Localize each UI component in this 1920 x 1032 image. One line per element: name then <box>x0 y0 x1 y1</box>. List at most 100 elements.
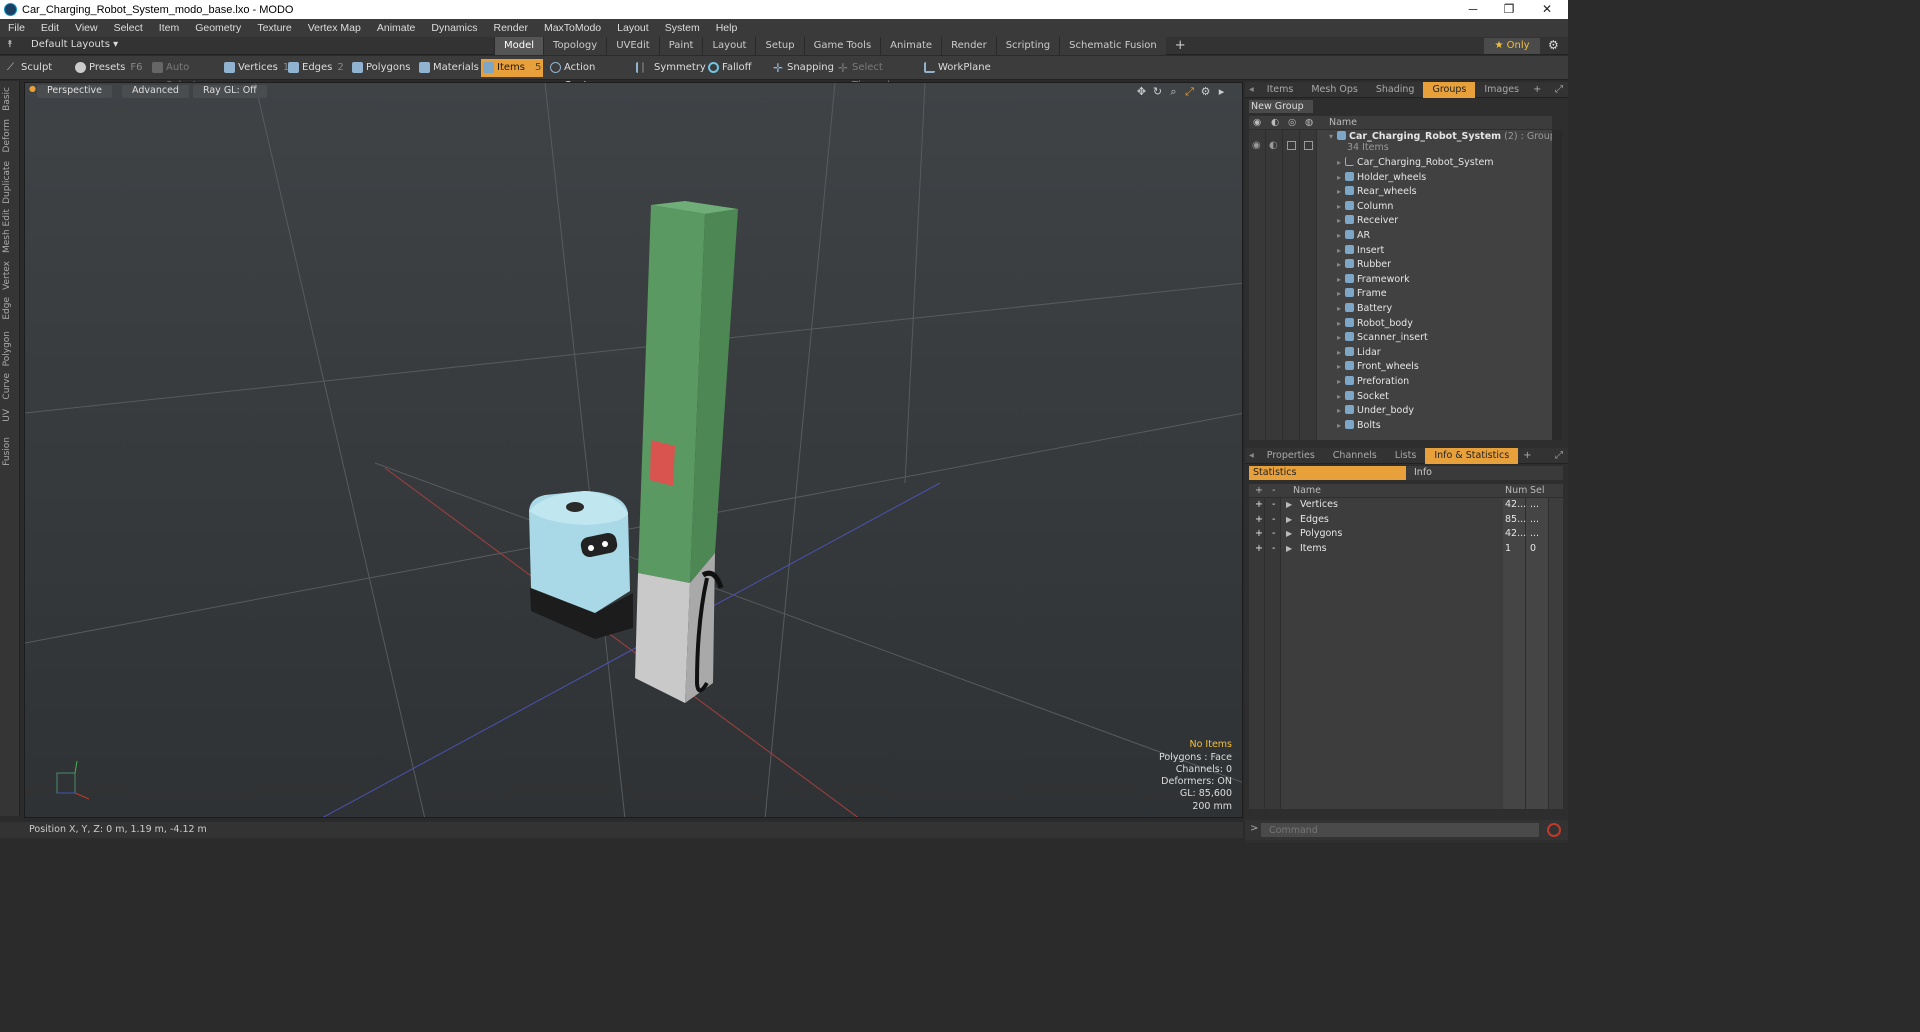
left-tab-basic[interactable]: Basic <box>2 87 18 111</box>
expand-arrow-icon[interactable]: ▶ <box>1286 542 1292 557</box>
tab-channels[interactable]: Channels <box>1324 448 1386 464</box>
tab-animate[interactable]: Animate <box>880 37 942 55</box>
tab-scripting[interactable]: Scripting <box>995 37 1060 55</box>
workplane-button[interactable]: WorkPlane <box>922 59 991 77</box>
left-tab-vertex[interactable]: Vertex <box>2 261 18 290</box>
menu-item[interactable]: Item <box>151 22 187 34</box>
group-item-row[interactable]: ▸ Framework <box>1337 273 1410 288</box>
expand-arrow-icon[interactable]: ▸ <box>1337 304 1341 313</box>
move-view-icon[interactable]: ✥ <box>1135 85 1148 98</box>
expand-all-icon[interactable]: + <box>1255 484 1263 497</box>
group-render-icon[interactable]: ◐ <box>1269 140 1278 151</box>
tab-layout[interactable]: Layout <box>702 37 756 55</box>
tab-game-tools[interactable]: Game Tools <box>803 37 881 55</box>
layout-dropdown[interactable]: Default Layouts ▾ <box>31 39 118 50</box>
menu-layout[interactable]: Layout <box>609 22 657 34</box>
group-item-row[interactable]: ▸ Holder_wheels <box>1337 171 1426 186</box>
group-item-row[interactable]: ▸ Scanner_insert <box>1337 331 1428 346</box>
group-item-row[interactable]: ▸ Under_body <box>1337 404 1414 419</box>
menu-texture[interactable]: Texture <box>249 22 299 34</box>
group-item-row[interactable]: ▸ Bolts <box>1337 419 1381 434</box>
expand-arrow-icon[interactable]: ▸ <box>1337 173 1341 182</box>
viewport-menu-icon[interactable]: ● <box>29 84 36 93</box>
add-panel-tab-button[interactable]: + <box>1528 84 1546 95</box>
select-column-icon[interactable]: ◍ <box>1305 116 1313 129</box>
presets-button[interactable]: Presets F6 <box>73 59 143 77</box>
expand-arrow-icon[interactable]: ▸ <box>1337 392 1341 401</box>
stats-row-items[interactable]: + - ▶ Items 1 0 <box>1249 542 1563 557</box>
remove-polygons-icon[interactable]: - <box>1272 527 1275 542</box>
tab-items[interactable]: Items <box>1258 82 1303 98</box>
tab-groups[interactable]: Groups <box>1423 81 1476 98</box>
name-column-header[interactable]: Name <box>1329 116 1357 129</box>
tab-render[interactable]: Render <box>941 37 996 55</box>
select-through-button[interactable]: ✛Select Through <box>836 59 916 91</box>
maximize-button[interactable]: ❐ <box>1491 0 1527 19</box>
add-polygons-icon[interactable]: + <box>1255 527 1263 542</box>
tab-schematic-fusion[interactable]: Schematic Fusion <box>1059 37 1166 55</box>
tab-model[interactable]: Model <box>494 37 544 55</box>
group-item-row[interactable]: ▸ Column <box>1337 200 1393 215</box>
visibility-column-icon[interactable]: ◉ <box>1253 116 1261 129</box>
lock-column-icon[interactable]: ◎ <box>1288 116 1296 129</box>
add-layout-tab-button[interactable]: + <box>1166 37 1195 55</box>
expand-arrow-icon[interactable]: ▸ <box>1337 158 1341 167</box>
record-macro-icon[interactable] <box>1547 823 1561 837</box>
viewport-expand-icon[interactable]: ▸ <box>1215 85 1228 98</box>
collapse-arrow-icon[interactable]: ▾ <box>1329 132 1333 141</box>
viewport-settings-icon[interactable]: ⚙ <box>1199 85 1212 98</box>
expand-arrow-icon[interactable]: ▸ <box>1337 377 1341 386</box>
layout-expand-icon[interactable]: ⯭ <box>7 39 13 50</box>
expand-arrow-icon[interactable]: ▶ <box>1286 527 1292 542</box>
group-item-row[interactable]: ▸ Insert <box>1337 244 1384 259</box>
only-filter-button[interactable]: ★ Only <box>1484 38 1540 54</box>
edges-button[interactable]: Edges 2 <box>286 59 348 77</box>
tab-shading[interactable]: Shading <box>1367 82 1424 98</box>
expand-arrow-icon[interactable]: ▸ <box>1337 289 1341 298</box>
zoom-view-icon[interactable]: ⌕ <box>1167 85 1180 98</box>
stats-row-polygons[interactable]: + - ▶ Polygons 42...... <box>1249 527 1563 542</box>
collapse-all-icon[interactable]: - <box>1272 484 1275 497</box>
expand-arrow-icon[interactable]: ▸ <box>1337 348 1341 357</box>
fit-view-icon[interactable]: ⤢ <box>1183 85 1196 98</box>
sculpt-button[interactable]: ⟋ Sculpt <box>5 59 69 77</box>
group-item-row[interactable]: ▸ AR <box>1337 229 1370 244</box>
menu-animate[interactable]: Animate <box>369 22 424 34</box>
tab-images[interactable]: Images <box>1475 82 1528 98</box>
panel-expand-icon[interactable]: ⤢ <box>1550 84 1568 95</box>
action-center-button[interactable]: Action Center <box>548 59 624 91</box>
menu-file[interactable]: File <box>0 22 33 34</box>
close-button[interactable]: ✕ <box>1529 0 1565 19</box>
left-tab-curve[interactable]: Curve <box>2 373 18 400</box>
group-item-row[interactable]: ▸ Lidar <box>1337 346 1381 361</box>
left-tab-polygon[interactable]: Polygon <box>2 331 18 366</box>
expand-arrow-icon[interactable]: ▸ <box>1337 231 1341 240</box>
tab-topology[interactable]: Topology <box>543 37 607 55</box>
rotate-view-icon[interactable]: ↻ <box>1151 85 1164 98</box>
remove-vertices-icon[interactable]: - <box>1272 498 1275 513</box>
auto-select-button[interactable]: Auto Select <box>150 59 218 91</box>
left-tab-fusion[interactable]: Fusion <box>2 437 18 466</box>
group-item-row[interactable]: ▸ Receiver <box>1337 214 1398 229</box>
tab-properties[interactable]: Properties <box>1258 448 1324 464</box>
add-edges-icon[interactable]: + <box>1255 513 1263 528</box>
left-tab-edge[interactable]: Edge <box>2 297 18 320</box>
expand-arrow-icon[interactable]: ▸ <box>1337 319 1341 328</box>
group-item-row[interactable]: ▸ Frame <box>1337 287 1387 302</box>
menu-help[interactable]: Help <box>708 22 746 34</box>
stats-row-vertices[interactable]: + - ▶ Vertices 42...... <box>1249 498 1563 513</box>
expand-arrow-icon[interactable]: ▸ <box>1337 260 1341 269</box>
falloff-button[interactable]: Falloff <box>706 59 766 77</box>
menu-select[interactable]: Select <box>106 22 151 34</box>
expand-arrow-icon[interactable]: ▸ <box>1337 216 1341 225</box>
stats-panel-menu-icon[interactable]: ◂ <box>1245 448 1258 464</box>
menu-geometry[interactable]: Geometry <box>187 22 249 34</box>
menu-render[interactable]: Render <box>486 22 536 34</box>
polygons-button[interactable]: Polygons <box>350 59 411 77</box>
group-item-row[interactable]: ▸ Robot_body <box>1337 317 1413 332</box>
tab-uvedit[interactable]: UVEdit <box>606 37 659 55</box>
subtab-info[interactable]: Info <box>1406 466 1563 480</box>
groups-list[interactable]: ◉ ◐ ▾ Car_Charging_Robot_System (2) : Gro… <box>1249 130 1552 440</box>
add-stats-tab-button[interactable]: + <box>1518 450 1536 461</box>
vertices-button[interactable]: Vertices 1 <box>222 59 289 77</box>
